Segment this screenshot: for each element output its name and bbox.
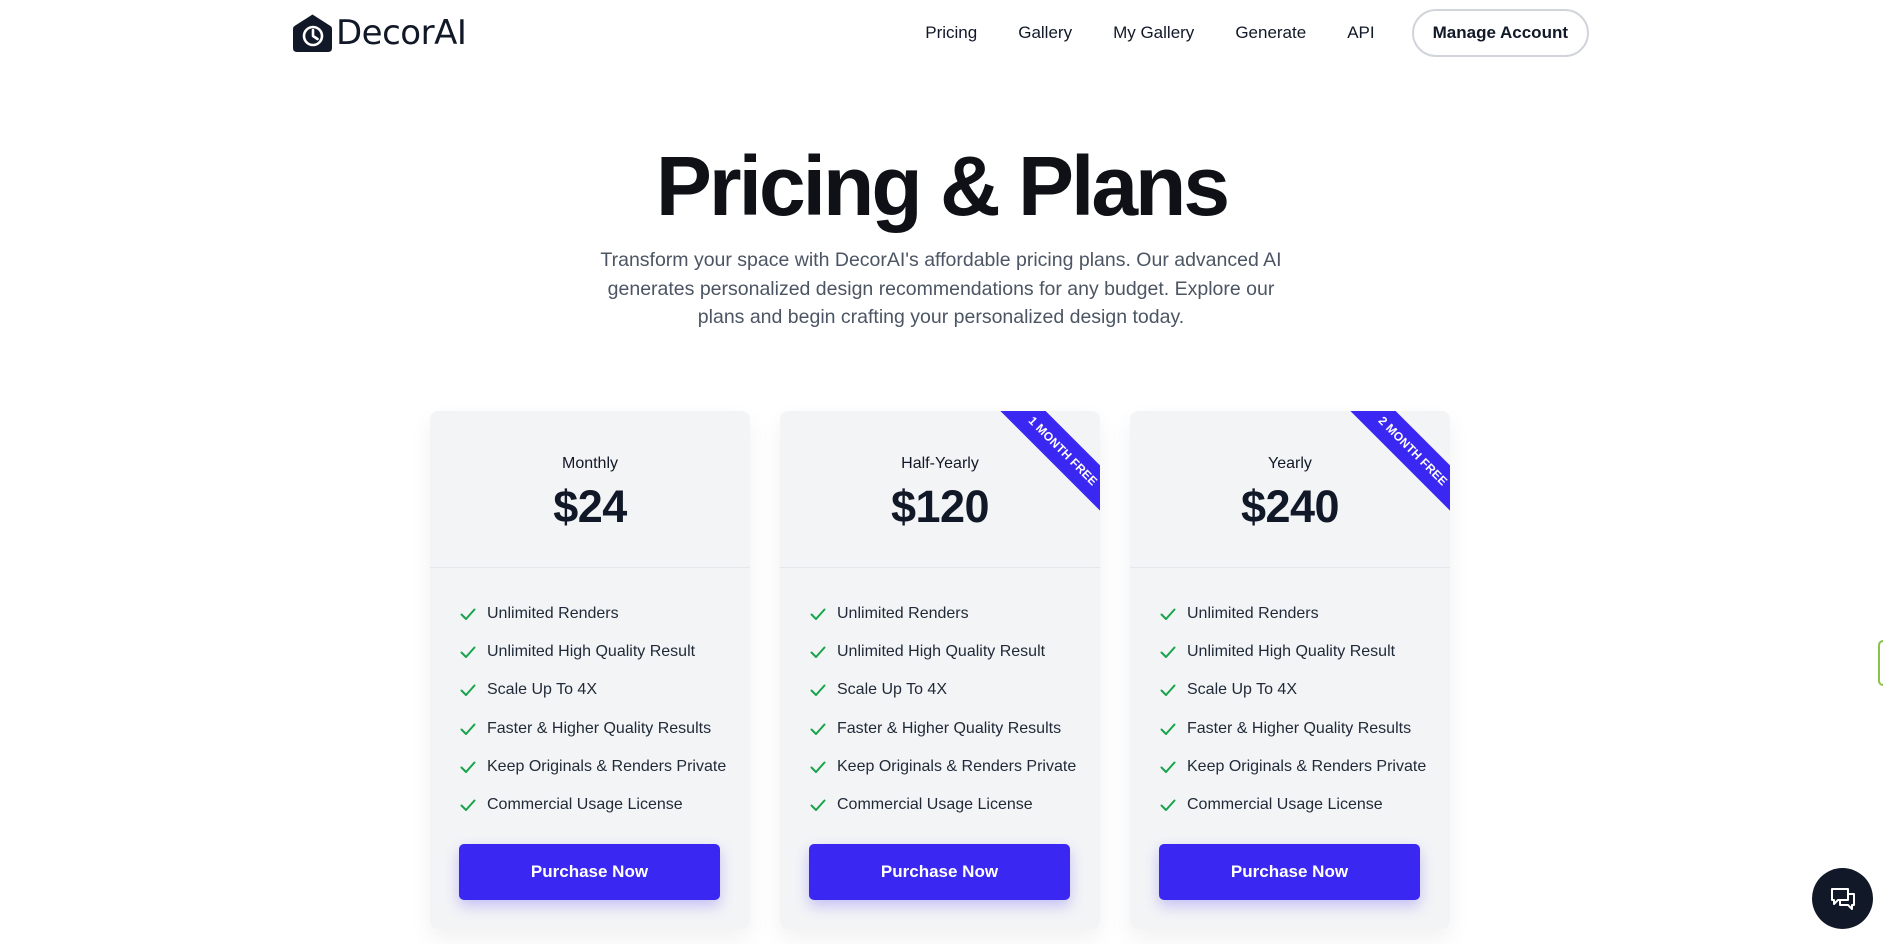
page-subtitle: Transform your space with DecorAI's affo… [600, 249, 1282, 328]
check-icon [1160, 799, 1176, 812]
plan-name: Monthly [561, 455, 619, 472]
feature-text: Commercial Usage License [487, 796, 683, 814]
plan-card-half-yearly: 1 MONTH FREE Half-Yearly $120 Unlimited … [780, 411, 1100, 929]
nav-link-gallery[interactable]: Gallery [1018, 23, 1072, 43]
check-icon [460, 608, 476, 621]
feature-item: Scale Up To 4X [459, 671, 750, 709]
feature-item: Keep Originals & Renders Private [459, 748, 750, 786]
check-icon [1160, 684, 1176, 697]
feature-text: Unlimited High Quality Result [837, 643, 1046, 661]
feature-list: Unlimited Renders Unlimited High Quality… [780, 568, 1100, 824]
feature-text: Unlimited Renders [837, 605, 969, 623]
plan-price: $240 [1240, 481, 1340, 532]
chat-bubbles-icon [1830, 887, 1855, 910]
feature-text: Keep Originals & Renders Private [487, 757, 727, 775]
manage-account-button[interactable]: Manage Account [1411, 9, 1589, 57]
plan-card-monthly: Monthly $24 Unlimited Renders Unlimited … [430, 411, 750, 929]
check-icon [460, 799, 476, 812]
brand-name: DecorAI [336, 13, 467, 53]
feature-item: Unlimited High Quality Result [809, 633, 1100, 671]
feature-text: Commercial Usage License [837, 796, 1033, 814]
feature-item: Faster & Higher Quality Results [459, 710, 750, 748]
feature-item: Commercial Usage License [1159, 786, 1450, 824]
check-icon [460, 684, 476, 697]
feedback-side-tab[interactable] [1878, 640, 1883, 686]
feature-text: Faster & Higher Quality Results [487, 719, 712, 737]
main-nav: Pricing Gallery My Gallery Generate API … [925, 8, 1589, 58]
page-title: Pricing & Plans [655, 139, 1230, 233]
feature-text: Faster & Higher Quality Results [1187, 719, 1412, 737]
feature-item: Scale Up To 4X [809, 671, 1100, 709]
feature-text: Unlimited High Quality Result [1187, 643, 1396, 661]
plan-price: $120 [890, 481, 990, 532]
check-icon [810, 723, 826, 735]
feature-item: Unlimited Renders [809, 595, 1100, 633]
feature-text: Scale Up To 4X [487, 681, 597, 699]
check-icon [1160, 646, 1176, 659]
check-icon [1160, 723, 1176, 735]
check-icon [810, 761, 826, 773]
feature-text: Scale Up To 4X [1187, 681, 1297, 699]
check-icon [1160, 761, 1176, 773]
feature-item: Unlimited Renders [459, 595, 750, 633]
check-icon [810, 646, 826, 659]
feature-item: Scale Up To 4X [1159, 671, 1450, 709]
feature-item: Keep Originals & Renders Private [1159, 748, 1450, 786]
feature-item: Unlimited High Quality Result [1159, 633, 1450, 671]
feature-text: Unlimited Renders [487, 605, 619, 623]
plan-card-header: Monthly $24 [430, 411, 750, 568]
purchase-button-half-yearly[interactable]: Purchase Now [809, 844, 1070, 900]
feature-text: Faster & Higher Quality Results [837, 719, 1062, 737]
pricing-cards: Monthly $24 Unlimited Renders Unlimited … [430, 411, 1450, 929]
feature-text: Unlimited High Quality Result [487, 643, 696, 661]
feature-item: Keep Originals & Renders Private [809, 748, 1100, 786]
site-header: DecorAI Pricing Gallery My Gallery Gener… [0, 0, 1883, 66]
feature-item: Unlimited High Quality Result [459, 633, 750, 671]
plan-price: $24 [553, 481, 627, 532]
feature-item: Faster & Higher Quality Results [809, 710, 1100, 748]
feature-item: Commercial Usage License [459, 786, 750, 824]
nav-link-generate[interactable]: Generate [1235, 23, 1306, 43]
nav-link-my-gallery[interactable]: My Gallery [1113, 23, 1194, 43]
check-icon [460, 646, 476, 659]
nav-link-api[interactable]: API [1347, 23, 1374, 43]
feature-text: Keep Originals & Renders Private [1187, 757, 1427, 775]
check-icon [460, 723, 476, 735]
check-icon [810, 608, 826, 621]
brand-logo[interactable]: DecorAI [292, 13, 467, 53]
check-icon [460, 761, 476, 773]
check-icon [810, 799, 826, 812]
feature-text: Commercial Usage License [1187, 796, 1383, 814]
plan-card-yearly: 2 MONTH FREE Yearly $240 Unlimited Rende… [1130, 411, 1450, 929]
feature-item: Commercial Usage License [809, 786, 1100, 824]
feature-list: Unlimited Renders Unlimited High Quality… [1130, 568, 1450, 824]
feature-text: Scale Up To 4X [837, 681, 947, 699]
house-clock-icon [293, 14, 332, 52]
nav-link-pricing[interactable]: Pricing [925, 23, 977, 43]
feature-list: Unlimited Renders Unlimited High Quality… [430, 568, 750, 824]
check-icon [810, 684, 826, 697]
feature-item: Unlimited Renders [1159, 595, 1450, 633]
feature-text: Keep Originals & Renders Private [837, 757, 1077, 775]
feature-text: Unlimited Renders [1187, 605, 1319, 623]
purchase-button-monthly[interactable]: Purchase Now [459, 844, 720, 900]
feature-item: Faster & Higher Quality Results [1159, 710, 1450, 748]
chat-button[interactable] [1812, 868, 1873, 929]
purchase-button-yearly[interactable]: Purchase Now [1159, 844, 1420, 900]
check-icon [1160, 608, 1176, 621]
